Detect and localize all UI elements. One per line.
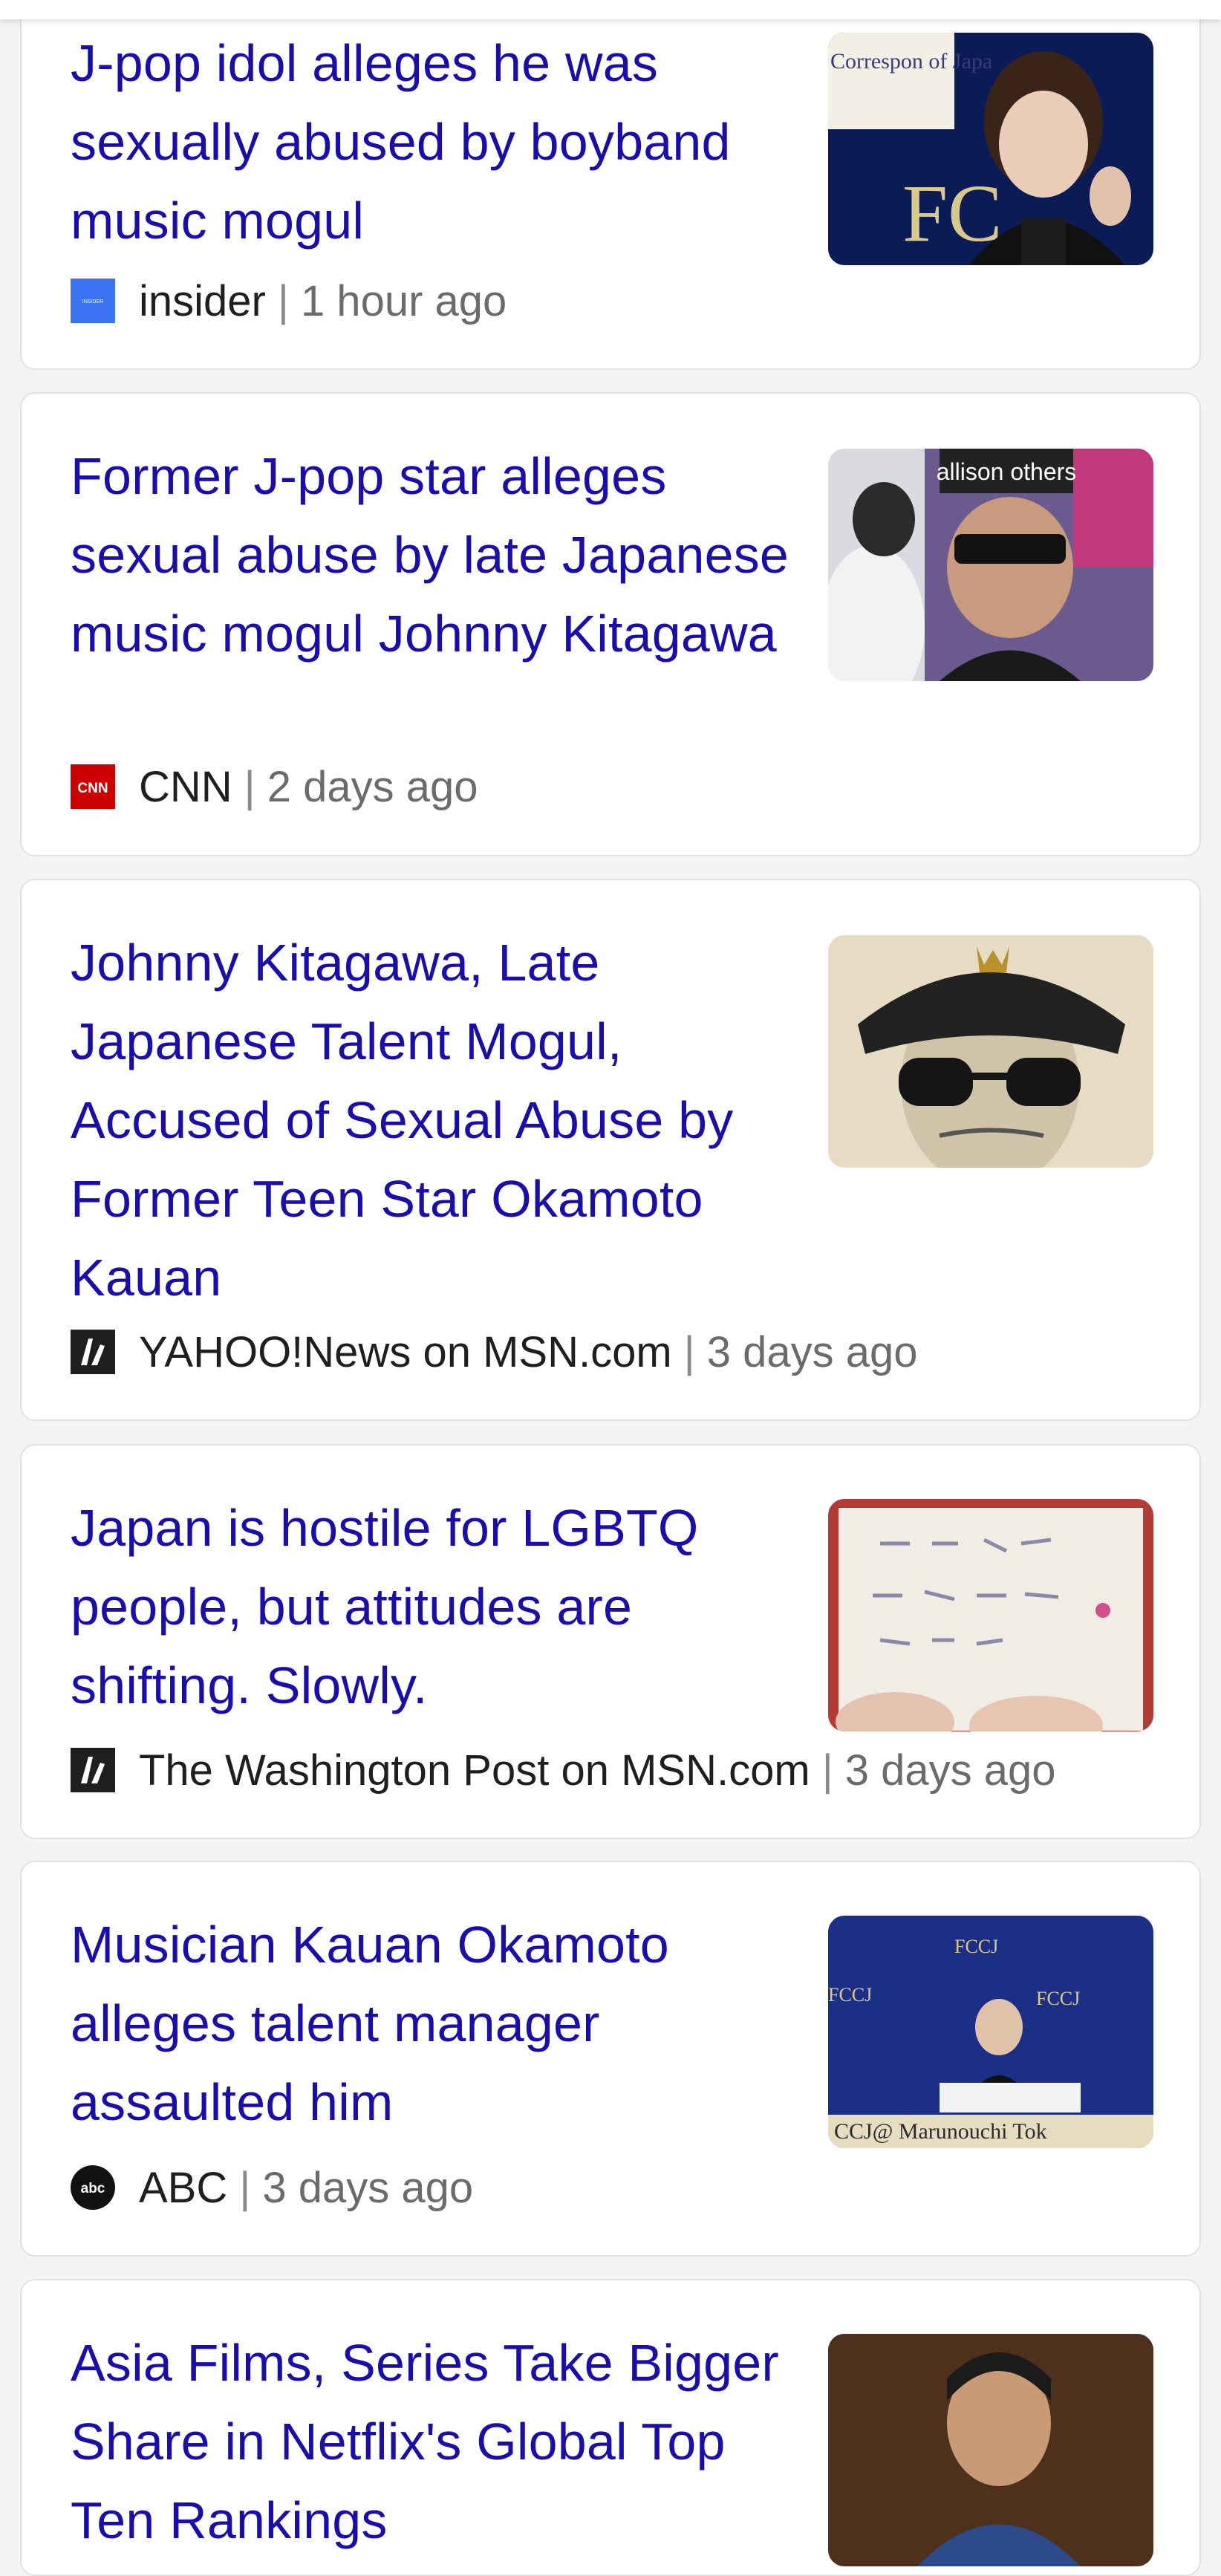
article-thumbnail[interactable]: [828, 2334, 1153, 2566]
article-meta: abc ABC | 3 days ago: [71, 2158, 473, 2217]
article-meta: The Washington Post on MSN.com | 3 days …: [71, 1740, 1056, 1800]
timestamp: 3 days ago: [262, 2163, 474, 2212]
svg-text:FCCJ: FCCJ: [828, 1984, 872, 2006]
svg-text:allison others: allison others: [937, 458, 1077, 485]
headline-link[interactable]: Asia Films, Series Take Bigger Share in …: [71, 2323, 798, 2560]
article-meta: INSIDER insider | 1 hour ago: [71, 271, 507, 331]
news-card[interactable]: Former J-pop star alleges sexual abuse b…: [20, 392, 1201, 856]
svg-text:FCCJ: FCCJ: [954, 1936, 998, 1957]
article-thumbnail[interactable]: [828, 935, 1153, 1168]
source-name: CNN: [139, 762, 232, 811]
news-card[interactable]: J-pop idol alleges he was sexually abuse…: [20, 0, 1201, 370]
timestamp: 2 days ago: [267, 762, 478, 811]
timestamp: 1 hour ago: [300, 276, 507, 325]
headline-link[interactable]: J-pop idol alleges he was sexually abuse…: [71, 24, 798, 260]
meta-separator: |: [821, 1746, 833, 1795]
headline-link[interactable]: Johnny Kitagawa, Late Japanese Talent Mo…: [71, 923, 798, 1317]
svg-text:abc: abc: [81, 2181, 105, 2196]
svg-text:FC: FC: [902, 168, 1003, 258]
cnn-logo-icon: CNN: [71, 764, 115, 809]
top-app-bar: [0, 0, 1221, 19]
headline-link[interactable]: Musician Kauan Okamoto alleges talent ma…: [71, 1905, 798, 2141]
svg-text:INSIDER: INSIDER: [82, 299, 103, 305]
msn-logo-icon: [71, 1748, 115, 1792]
headline-link[interactable]: Japan is hostile for LGBTQ people, but a…: [71, 1489, 798, 1725]
meta-separator: |: [239, 2163, 251, 2212]
meta-separator: |: [244, 762, 255, 811]
timestamp: 3 days ago: [844, 1746, 1056, 1795]
article-thumbnail[interactable]: [828, 1499, 1153, 1731]
news-card[interactable]: Asia Films, Series Take Bigger Share in …: [20, 2279, 1201, 2576]
svg-text:The Correspon of Japa: The Correspon of Japa: [828, 49, 992, 74]
msn-logo-icon: [71, 1330, 115, 1374]
svg-text:CCJ@ Marunouchi Tok: CCJ@ Marunouchi Tok: [834, 2119, 1047, 2144]
source-name: insider: [139, 276, 266, 325]
news-card[interactable]: Musician Kauan Okamoto alleges talent ma…: [20, 1861, 1201, 2257]
news-card[interactable]: Johnny Kitagawa, Late Japanese Talent Mo…: [20, 879, 1201, 1421]
news-card[interactable]: Japan is hostile for LGBTQ people, but a…: [20, 1444, 1201, 1839]
news-feed: J-pop idol alleges he was sexually abuse…: [0, 0, 1221, 2576]
article-thumbnail[interactable]: The Correspon of Japa FC: [828, 33, 1153, 265]
svg-text:FCCJ: FCCJ: [1036, 1988, 1080, 2009]
abc-logo-icon: abc: [71, 2165, 115, 2210]
insider-logo-icon: INSIDER: [71, 279, 115, 323]
article-thumbnail[interactable]: allison others: [828, 449, 1153, 681]
article-meta: YAHOO!News on MSN.com | 3 days ago: [71, 1322, 918, 1382]
article-thumbnail[interactable]: FCCJ FCCJ FCCJ CCJ@ Marunouchi Tok: [828, 1916, 1153, 2148]
headline-link[interactable]: Former J-pop star alleges sexual abuse b…: [71, 437, 798, 673]
svg-text:CNN: CNN: [77, 781, 108, 796]
meta-separator: |: [683, 1327, 695, 1376]
timestamp: 3 days ago: [706, 1327, 918, 1376]
source-name: YAHOO!News on MSN.com: [139, 1327, 672, 1376]
source-name: ABC: [139, 2163, 228, 2212]
meta-separator: |: [277, 276, 289, 325]
article-meta: CNN CNN | 2 days ago: [71, 757, 478, 816]
source-name: The Washington Post on MSN.com: [139, 1746, 810, 1795]
